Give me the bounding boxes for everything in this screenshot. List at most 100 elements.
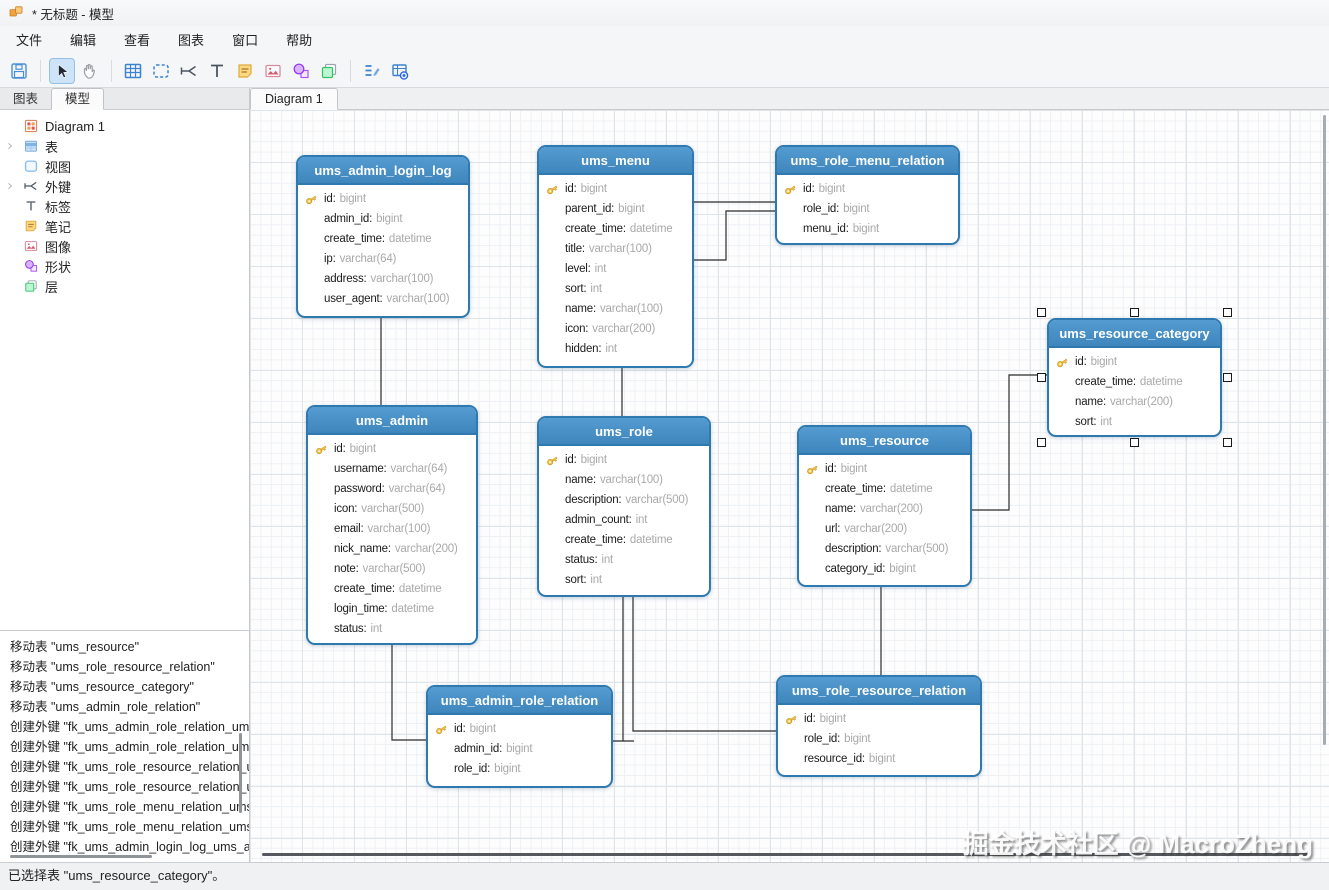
- field-row-status[interactable]: status int: [308, 619, 476, 639]
- field-row-id[interactable]: idbigint: [308, 439, 476, 459]
- table-title[interactable]: ums_resource: [799, 427, 970, 455]
- table-structure-button[interactable]: [359, 58, 385, 84]
- field-row-login_time[interactable]: login_time datetime: [308, 599, 476, 619]
- table-ums_role_resource_relation[interactable]: ums_role_resource_relationidbigintrole_i…: [776, 675, 982, 777]
- field-row-email[interactable]: email varchar(100): [308, 519, 476, 539]
- field-row-category_id[interactable]: category_id bigint: [799, 559, 970, 579]
- history-log-entry[interactable]: 移动表 "ums_role_resource_relation": [0, 657, 249, 677]
- sidebar-tab-model[interactable]: 模型: [51, 88, 105, 110]
- table-ums_resource_category[interactable]: ums_resource_category idbigintcreate_time…: [1047, 318, 1222, 437]
- table-ums_role_menu_relation[interactable]: ums_role_menu_relationidbigintrole_idbig…: [775, 145, 960, 245]
- sidebar-item-views[interactable]: 视图: [0, 156, 249, 176]
- relationship-line[interactable]: [972, 374, 1047, 511]
- table-title[interactable]: ums_resource_category: [1049, 320, 1220, 348]
- table-ums_admin_role_relation[interactable]: ums_admin_role_relationidbigintadmin_idb…: [426, 685, 613, 788]
- table-preview-button[interactable]: [387, 58, 413, 84]
- menu-edit[interactable]: 编辑: [56, 26, 110, 55]
- selection-handle[interactable]: [1037, 373, 1046, 382]
- history-log-entry[interactable]: 创建外键 "fk_ums_admin_login_log_ums_admin": [0, 837, 249, 857]
- field-row-ip[interactable]: ipvarchar(64): [298, 249, 468, 269]
- relationship-line[interactable]: [391, 645, 426, 741]
- pointer-button[interactable]: [49, 58, 75, 84]
- table-title[interactable]: ums_menu: [539, 147, 692, 175]
- field-row-role_id[interactable]: role_id bigint: [778, 729, 980, 749]
- save-button[interactable]: [6, 58, 32, 84]
- field-row-name[interactable]: namevarchar(100): [539, 470, 709, 490]
- selection-handle[interactable]: [1223, 438, 1232, 447]
- field-row-description[interactable]: description varchar(500): [539, 490, 709, 510]
- sidebar-item-layers[interactable]: 层: [0, 276, 249, 296]
- sidebar-item-images[interactable]: 图像: [0, 236, 249, 256]
- selection-handle[interactable]: [1130, 438, 1139, 447]
- table-title[interactable]: ums_role_menu_relation: [777, 147, 958, 175]
- relationship-line[interactable]: [694, 210, 775, 261]
- menu-file[interactable]: 文件: [2, 26, 56, 55]
- history-log-entry[interactable]: 创建外键 "fk_ums_role_resource_relation_ums_…: [0, 757, 249, 777]
- table-title[interactable]: ums_admin_login_log: [298, 157, 468, 185]
- selection-handle[interactable]: [1037, 438, 1046, 447]
- history-log-entry[interactable]: 创建外键 "fk_ums_admin_role_relation_ums_rol…: [0, 737, 249, 757]
- selection-handle[interactable]: [1223, 373, 1232, 382]
- relationship-line[interactable]: [632, 596, 776, 732]
- field-row-hidden[interactable]: hidden int: [539, 339, 692, 359]
- table-ums_admin[interactable]: ums_admin idbigintusernamevarchar(64)pass…: [306, 405, 478, 645]
- field-row-admin_id[interactable]: admin_id bigint: [428, 739, 611, 759]
- field-row-sort[interactable]: sortint: [539, 279, 692, 299]
- field-row-id[interactable]: idbigint: [298, 189, 468, 209]
- field-row-description[interactable]: description varchar(500): [799, 539, 970, 559]
- expand-chevron-icon[interactable]: [0, 180, 20, 192]
- field-row-role_id[interactable]: role_id bigint: [777, 199, 958, 219]
- history-log-entry[interactable]: 创建外键 "fk_ums_role_menu_relation_ums_role…: [0, 797, 249, 817]
- history-log-entry[interactable]: 创建外键 "fk_ums_admin_role_relation_ums_adm…: [0, 717, 249, 737]
- new-image-button[interactable]: [260, 58, 286, 84]
- field-row-admin_count[interactable]: admin_countint: [539, 510, 709, 530]
- selection-handle[interactable]: [1223, 308, 1232, 317]
- field-row-user_agent[interactable]: user_agentvarchar(100): [298, 289, 468, 309]
- sidebar-item-diagram-1[interactable]: Diagram 1: [0, 116, 249, 136]
- field-row-id[interactable]: idbigint: [539, 179, 692, 199]
- history-log-entry[interactable]: 移动表 "ums_admin_role_relation": [0, 697, 249, 717]
- sidebar-item-foreign-keys[interactable]: 外键: [0, 176, 249, 196]
- field-row-icon[interactable]: icon varchar(200): [539, 319, 692, 339]
- table-ums_resource[interactable]: ums_resourceidbigintcreate_timedatetimen…: [797, 425, 972, 587]
- pan-button[interactable]: [77, 58, 103, 84]
- field-row-id[interactable]: idbigint: [799, 459, 970, 479]
- field-row-password[interactable]: passwordvarchar(64): [308, 479, 476, 499]
- new-label-button[interactable]: [204, 58, 230, 84]
- tab-diagram-1[interactable]: Diagram 1: [250, 88, 338, 110]
- new-table-button[interactable]: [120, 58, 146, 84]
- history-log-entry[interactable]: 移动表 "ums_resource_category": [0, 677, 249, 697]
- menu-help[interactable]: 帮助: [272, 26, 326, 55]
- field-row-menu_id[interactable]: menu_idbigint: [777, 219, 958, 239]
- menu-window[interactable]: 窗口: [218, 26, 272, 55]
- log-vertical-scrollbar[interactable]: [239, 733, 242, 813]
- field-row-role_id[interactable]: role_id bigint: [428, 759, 611, 779]
- field-row-create_time[interactable]: create_timedatetime: [1049, 372, 1220, 392]
- field-row-create_time[interactable]: create_timedatetime: [308, 579, 476, 599]
- field-row-note[interactable]: notevarchar(500): [308, 559, 476, 579]
- selection-handle[interactable]: [1037, 308, 1046, 317]
- field-row-title[interactable]: titlevarchar(100): [539, 239, 692, 259]
- field-row-id[interactable]: idbigint: [1049, 352, 1220, 372]
- new-note-button[interactable]: [232, 58, 258, 84]
- table-ums_admin_login_log[interactable]: ums_admin_login_logidbigintadmin_idbigin…: [296, 155, 470, 318]
- new-shape-button[interactable]: [288, 58, 314, 84]
- new-layer-button[interactable]: [316, 58, 342, 84]
- field-row-nick_name[interactable]: nick_namevarchar(200): [308, 539, 476, 559]
- table-title[interactable]: ums_role: [539, 418, 709, 446]
- field-row-sort[interactable]: sortint: [539, 570, 709, 590]
- field-row-username[interactable]: usernamevarchar(64): [308, 459, 476, 479]
- table-title[interactable]: ums_role_resource_relation: [778, 677, 980, 705]
- sidebar-item-labels[interactable]: 标签: [0, 196, 249, 216]
- field-row-icon[interactable]: icon varchar(500): [308, 499, 476, 519]
- expand-chevron-icon[interactable]: [0, 140, 20, 152]
- sidebar-item-shapes[interactable]: 形状: [0, 256, 249, 276]
- field-row-level[interactable]: levelint: [539, 259, 692, 279]
- field-row-parent_id[interactable]: parent_id bigint: [539, 199, 692, 219]
- table-title[interactable]: ums_admin: [308, 407, 476, 435]
- field-row-create_time[interactable]: create_timedatetime: [539, 219, 692, 239]
- field-row-url[interactable]: url varchar(200): [799, 519, 970, 539]
- field-row-create_time[interactable]: create_timedatetime: [539, 530, 709, 550]
- selection-handle[interactable]: [1130, 308, 1139, 317]
- field-row-name[interactable]: namevarchar(100): [539, 299, 692, 319]
